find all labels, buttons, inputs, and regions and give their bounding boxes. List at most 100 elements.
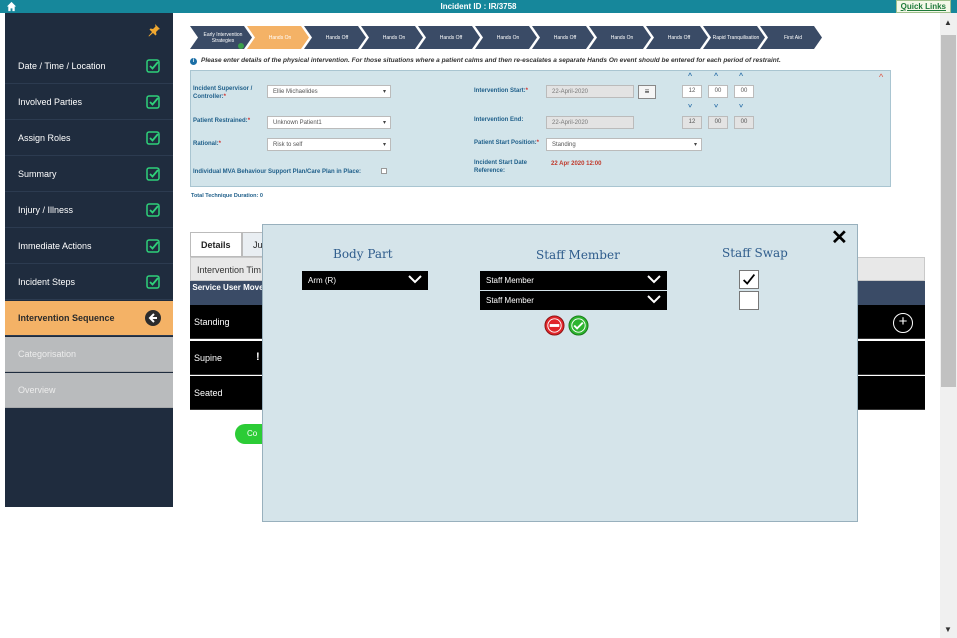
check-icon [146,275,160,289]
staff-member-select-1[interactable]: Staff Member [480,271,667,290]
tab-details[interactable]: Details [190,232,242,257]
check-icon [146,239,160,253]
staff-swap-checkbox-2[interactable] [739,291,759,310]
step-label: Hands On [268,34,292,41]
vertical-scrollbar[interactable]: ▲ ▼ [940,13,957,638]
intervention-start-date[interactable]: 22-April-2020 [546,85,634,98]
step-7[interactable]: Hands On [589,26,651,49]
collapse-icon[interactable]: ^ [879,72,883,82]
mva-checkbox[interactable] [381,168,387,174]
check-icon [146,131,160,145]
sidebar-item-label: Summary [18,169,57,179]
staff-member-header: Staff Member [536,248,620,262]
minute-up-icon[interactable]: ^ [714,73,718,80]
add-icon[interactable]: + [893,313,913,333]
start-position-label: Patient Start Position:* [474,140,540,146]
step-2[interactable]: Hands Off [304,26,366,49]
pin-icon[interactable] [147,23,161,37]
body-part-select[interactable]: Arm (R) [302,271,428,290]
second-down-icon[interactable]: ^ [739,100,743,107]
scroll-up-icon[interactable]: ▲ [944,18,952,27]
sidebar-item-label: Immediate Actions [18,241,92,251]
remove-staff-icon[interactable] [544,315,565,336]
hour-up-icon[interactable]: ^ [688,73,692,80]
chevron-down-icon [408,275,422,284]
step-5[interactable]: Hands On [475,26,537,49]
calendar-icon[interactable]: ≡ [638,85,656,99]
step-6[interactable]: Hands Off [532,26,594,49]
confirm-staff-icon[interactable] [568,315,589,336]
hour-down-icon[interactable]: ^ [688,100,692,107]
sidebar-item-7[interactable]: Intervention Sequence [5,301,173,336]
total-duration: Total Technique Duration: 0 [191,193,263,199]
warning-icon: ! [256,351,260,363]
sidebar-item-6[interactable]: Incident Steps [5,265,173,300]
sidebar-item-8[interactable]: Categorisation [5,337,173,372]
scrollbar-thumb[interactable] [941,35,956,387]
second-up-icon[interactable]: ^ [739,73,743,80]
sidebar-item-label: Date / Time / Location [18,61,106,71]
chevron-down-icon [647,295,661,304]
body-part-modal: ✕ Body Part Staff Member Staff Swap Arm … [262,224,858,522]
end-second-input: 00 [734,116,754,129]
title-bar: Incident ID : IR/3758 Quick Links [0,0,957,13]
start-hour-input[interactable]: 12 [682,85,702,98]
sidebar-item-4[interactable]: Injury / Illness [5,193,173,228]
minute-down-icon[interactable]: ^ [714,100,718,107]
step-label: Hands On [610,34,634,41]
staff-member-value: Staff Member [486,296,534,305]
sidebar-item-label: Assign Roles [18,133,71,143]
step-9[interactable]: Rapid Tranquilisation [703,26,765,49]
arrow-left-icon[interactable] [145,310,161,326]
step-label: Hands Off [667,34,691,41]
supervisor-select[interactable]: Ellie Michaelides [267,85,391,98]
start-minute-input[interactable]: 00 [708,85,728,98]
sidebar-item-label: Incident Steps [18,277,76,287]
sidebar-item-3[interactable]: Summary [5,157,173,192]
checkmark-icon [742,274,756,285]
rational-label: Rational:* [193,141,222,147]
info-message: i Please enter details of the physical in… [190,57,781,65]
quick-links-button[interactable]: Quick Links [895,0,951,13]
mva-label: Individual MVA Behaviour Support Plan/Ca… [193,169,362,175]
start-date-reference-label: Incident Start Date Reference: [474,160,528,174]
step-label: Hands On [382,34,406,41]
step-label: Hands On [496,34,520,41]
step-1[interactable]: Hands On [247,26,309,49]
sidebar-item-5[interactable]: Immediate Actions [5,229,173,264]
check-icon [146,59,160,73]
info-text: Please enter details of the physical int… [201,57,781,64]
step-label: Hands Off [439,34,463,41]
scroll-down-icon[interactable]: ▼ [944,625,952,634]
start-position-select[interactable]: Standing [546,138,702,151]
close-icon[interactable]: ✕ [831,228,848,248]
step-10[interactable]: First Aid [760,26,822,49]
start-date-reference-value: 22 Apr 2020 12:00 [551,161,602,167]
staff-member-select-2[interactable]: Staff Member [480,291,667,310]
body-part-value: Arm (R) [308,276,336,285]
staff-swap-checkbox-1[interactable] [739,270,759,289]
step-0[interactable]: Early Intervention Strategies [190,26,252,49]
rational-select[interactable]: Risk to self [267,138,391,151]
step-label: Early Intervention Strategies [203,31,243,44]
intervention-steps: Early Intervention Strategies Hands On Han… [190,26,830,49]
end-hour-input: 12 [682,116,702,129]
sidebar-item-2[interactable]: Assign Roles [5,121,173,156]
step-3[interactable]: Hands On [361,26,423,49]
intervention-end-date: 22-April-2020 [546,116,634,129]
end-minute-input: 00 [708,116,728,129]
check-icon [146,203,160,217]
step-8[interactable]: Hands Off [646,26,708,49]
start-second-input[interactable]: 00 [734,85,754,98]
sidebar-item-0[interactable]: Date / Time / Location [5,49,173,84]
sidebar-item-label: Injury / Illness [18,205,74,215]
step-4[interactable]: Hands Off [418,26,480,49]
sidebar-item-label: Categorisation [18,349,77,359]
sidebar: Date / Time / Location Involved Parties As… [5,13,173,507]
supervisor-label: Incident Supervisor / Controller:* [193,86,253,100]
incident-id-title: Incident ID : IR/3758 [440,2,517,11]
patient-select[interactable]: Unknown Patient1 [267,116,391,129]
sidebar-item-9[interactable]: Overview [5,373,173,408]
sidebar-item-1[interactable]: Involved Parties [5,85,173,120]
check-icon [146,95,160,109]
